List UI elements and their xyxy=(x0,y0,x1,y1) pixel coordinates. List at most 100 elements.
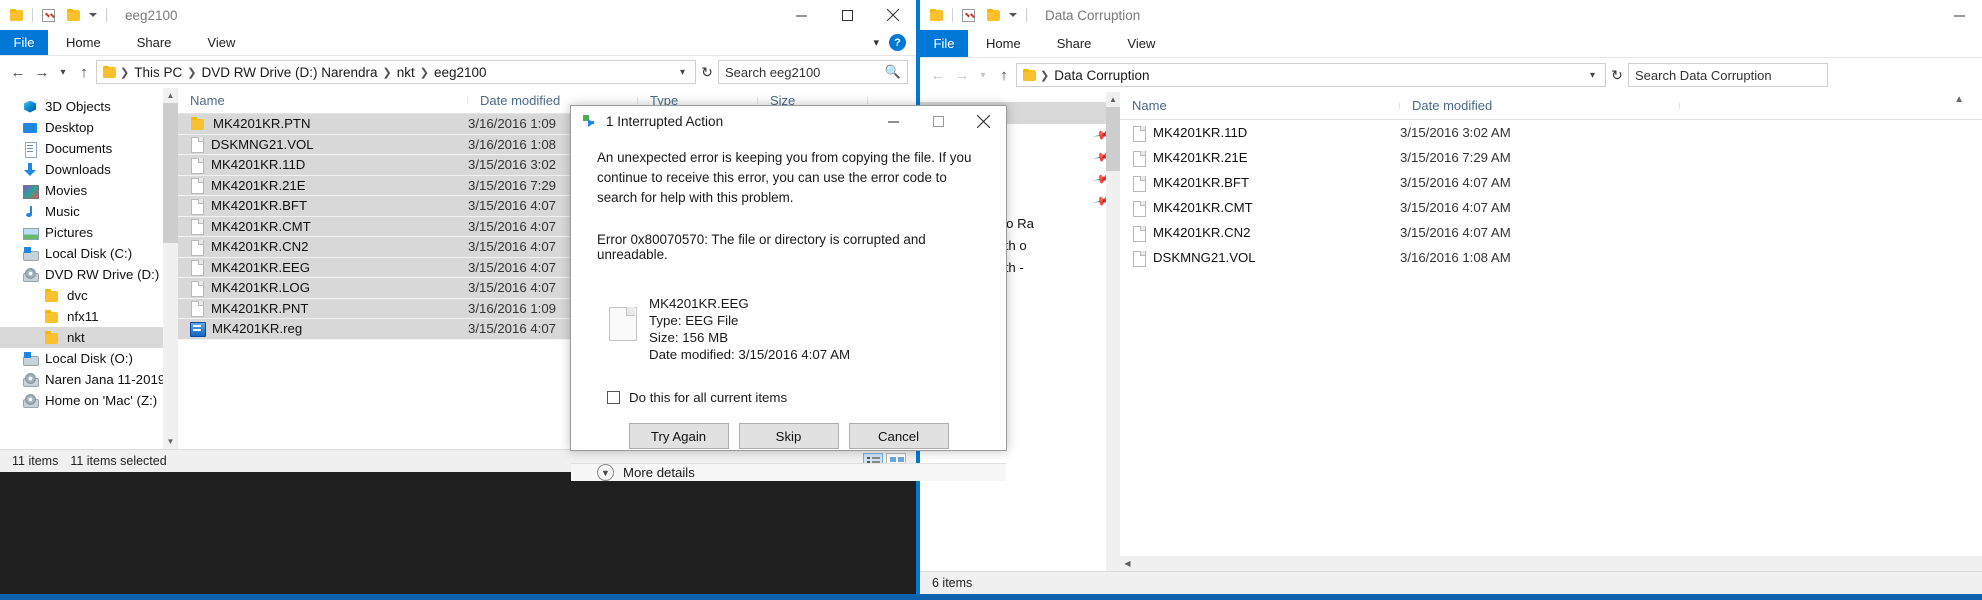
right-row-name-cell[interactable]: MK4201KR.CMT xyxy=(1120,200,1400,216)
right-search-input[interactable]: Search Data Corruption xyxy=(1635,68,1821,83)
sidebar-item-pictures[interactable]: Pictures xyxy=(0,222,178,243)
table-row[interactable]: MK4201KR.11D 3/15/2016 3:02 AM xyxy=(1120,120,1982,145)
row-name-cell[interactable]: MK4201KR.21E xyxy=(178,177,468,193)
sidebar-item-local-disk-o[interactable]: Local Disk (O:) xyxy=(0,348,178,369)
table-row[interactable]: MK4201KR.CN2 3/15/2016 4:07 AM xyxy=(1120,220,1982,245)
sidebar-item-naren-jana[interactable]: Naren Jana 11-2019 On xyxy=(0,369,178,390)
right-back-button[interactable]: ← xyxy=(926,63,950,87)
close-icon[interactable] xyxy=(961,106,1006,136)
right-tab-file[interactable]: File xyxy=(920,30,968,57)
sidebar-item-music[interactable]: Music xyxy=(0,201,178,222)
row-name-cell[interactable]: MK4201KR.CMT xyxy=(178,218,468,234)
sidebar-item-dvc[interactable]: dvc xyxy=(0,285,178,306)
row-name-cell[interactable]: MK4201KR.PNT xyxy=(178,300,468,316)
sidebar-item-downloads[interactable]: Downloads xyxy=(0,159,178,180)
sidebar-item-dvd-drive[interactable]: DVD RW Drive (D:) Nare xyxy=(0,264,178,285)
left-back-button[interactable]: ← xyxy=(6,60,30,84)
right-up-button[interactable]: ↑ xyxy=(992,63,1016,87)
breadcrumb-item[interactable]: Data Corruption xyxy=(1051,68,1152,83)
chevron-down-icon[interactable]: ▼ xyxy=(597,464,614,481)
row-name-cell[interactable]: MK4201KR.reg xyxy=(178,321,468,336)
chevron-down-icon[interactable]: ▾ xyxy=(1586,70,1601,81)
table-row[interactable]: MK4201KR.21E 3/15/2016 7:29 AM xyxy=(1120,145,1982,170)
table-row[interactable]: MK4201KR.CMT 3/15/2016 4:07 AM xyxy=(1120,195,1982,220)
folder-icon[interactable] xyxy=(10,9,23,21)
left-forward-button[interactable]: → xyxy=(30,60,54,84)
left-refresh-button[interactable]: ↻ xyxy=(696,60,718,84)
sidebar-item-movies[interactable]: Movies xyxy=(0,180,178,201)
scroll-up-icon[interactable]: ▲ xyxy=(163,88,178,103)
more-details-link[interactable]: More details xyxy=(623,465,695,480)
table-row[interactable]: DSKMNG21.VOL 3/16/2016 1:08 AM xyxy=(1120,245,1982,270)
try-again-button[interactable]: Try Again xyxy=(629,423,729,449)
scroll-left-icon[interactable]: ◀ xyxy=(1120,556,1135,571)
breadcrumb-item[interactable]: eeg2100 xyxy=(431,65,490,80)
skip-button[interactable]: Skip xyxy=(739,423,839,449)
breadcrumb-item[interactable]: DVD RW Drive (D:) Narendra xyxy=(198,65,380,80)
properties-icon[interactable] xyxy=(962,9,975,22)
folder-icon[interactable] xyxy=(930,9,943,21)
sidebar-item-documents[interactable]: Documents xyxy=(0,138,178,159)
right-address-bar[interactable]: ❯ Data Corruption ▾ xyxy=(1016,63,1606,87)
minimize-icon[interactable] xyxy=(778,0,824,30)
sidebar-item-nfx11[interactable]: nfx11 xyxy=(0,306,178,327)
interrupted-action-dialog[interactable]: 1 Interrupted Action An unexpected error… xyxy=(570,105,1007,451)
breadcrumb-item[interactable]: nkt xyxy=(394,65,418,80)
sidebar-item-home-mac[interactable]: Home on 'Mac' (Z:) xyxy=(0,390,178,411)
left-tab-view[interactable]: View xyxy=(189,30,253,55)
left-tab-file[interactable]: File xyxy=(0,30,48,55)
maximize-icon[interactable] xyxy=(916,106,961,136)
right-row-name-cell[interactable]: MK4201KR.BFT xyxy=(1120,175,1400,191)
cancel-button[interactable]: Cancel xyxy=(849,423,949,449)
close-icon[interactable] xyxy=(870,0,916,30)
table-row[interactable]: MK4201KR.BFT 3/15/2016 4:07 AM xyxy=(1120,170,1982,195)
data-corruption-window[interactable]: Data Corruption File Home Share View ← →… xyxy=(916,0,1982,594)
right-tab-view[interactable]: View xyxy=(1109,30,1173,57)
sidebar-item-nkt[interactable]: nkt xyxy=(0,327,178,348)
right-forward-button[interactable]: → xyxy=(950,63,974,87)
right-row-name-cell[interactable]: MK4201KR.CN2 xyxy=(1120,225,1400,241)
right-recent-locations-icon[interactable]: ▾ xyxy=(974,63,992,87)
row-name-cell[interactable]: MK4201KR.PTN xyxy=(178,116,468,132)
right-row-name-cell[interactable]: DSKMNG21.VOL xyxy=(1120,250,1400,266)
right-refresh-button[interactable]: ↻ xyxy=(1606,63,1628,87)
row-name-cell[interactable]: MK4201KR.EEG xyxy=(178,259,468,275)
minimize-icon[interactable] xyxy=(1936,0,1982,30)
customize-caret-icon[interactable] xyxy=(89,13,97,17)
left-address-bar[interactable]: ❯ This PC ❯ DVD RW Drive (D:) Narendra ❯… xyxy=(96,60,696,84)
right-row-name-cell[interactable]: MK4201KR.21E xyxy=(1120,150,1400,166)
left-recent-locations-icon[interactable]: ▾ xyxy=(54,60,72,84)
help-icon[interactable]: ? xyxy=(889,34,906,51)
right-column-name[interactable]: Name xyxy=(1120,98,1400,113)
right-search-box[interactable]: Search Data Corruption xyxy=(1628,63,1828,87)
customize-caret-icon[interactable] xyxy=(1009,13,1017,17)
left-nav-scrollbar[interactable]: ▲ ▼ xyxy=(163,88,178,449)
right-column-date[interactable]: Date modified xyxy=(1400,98,1680,113)
maximize-icon[interactable] xyxy=(824,0,870,30)
sidebar-item-desktop[interactable]: Desktop xyxy=(0,117,178,138)
left-search-input[interactable]: Search eeg2100 xyxy=(725,65,885,80)
new-folder-icon[interactable] xyxy=(67,9,80,21)
row-name-cell[interactable]: MK4201KR.BFT xyxy=(178,198,468,214)
left-column-name[interactable]: Name xyxy=(178,93,468,108)
row-name-cell[interactable]: MK4201KR.LOG xyxy=(178,280,468,296)
row-name-cell[interactable]: MK4201KR.11D xyxy=(178,157,468,173)
right-tab-home[interactable]: Home xyxy=(968,30,1039,57)
left-tab-share[interactable]: Share xyxy=(119,30,190,55)
scroll-thumb[interactable] xyxy=(163,103,178,243)
search-icon[interactable]: 🔍 xyxy=(885,64,901,80)
minimize-icon[interactable] xyxy=(871,106,916,136)
expand-ribbon-icon[interactable]: ▾ xyxy=(873,36,879,49)
row-name-cell[interactable]: MK4201KR.CN2 xyxy=(178,239,468,255)
scroll-down-icon[interactable]: ▼ xyxy=(163,434,178,449)
right-row-name-cell[interactable]: MK4201KR.11D xyxy=(1120,125,1400,141)
row-name-cell[interactable]: DSKMNG21.VOL xyxy=(178,136,468,152)
scroll-up-icon[interactable]: ▲ xyxy=(1106,92,1120,107)
new-folder-icon[interactable] xyxy=(987,9,1000,21)
breadcrumb-item[interactable]: This PC xyxy=(131,65,185,80)
right-tab-share[interactable]: Share xyxy=(1039,30,1110,57)
do-this-for-all-row[interactable]: Do this for all current items xyxy=(597,390,980,405)
right-nav-scrollbar[interactable]: ▲ xyxy=(1106,92,1120,571)
left-search-box[interactable]: Search eeg2100 🔍 xyxy=(718,60,908,84)
sidebar-item-3d-objects[interactable]: 3D Objects xyxy=(0,96,178,117)
